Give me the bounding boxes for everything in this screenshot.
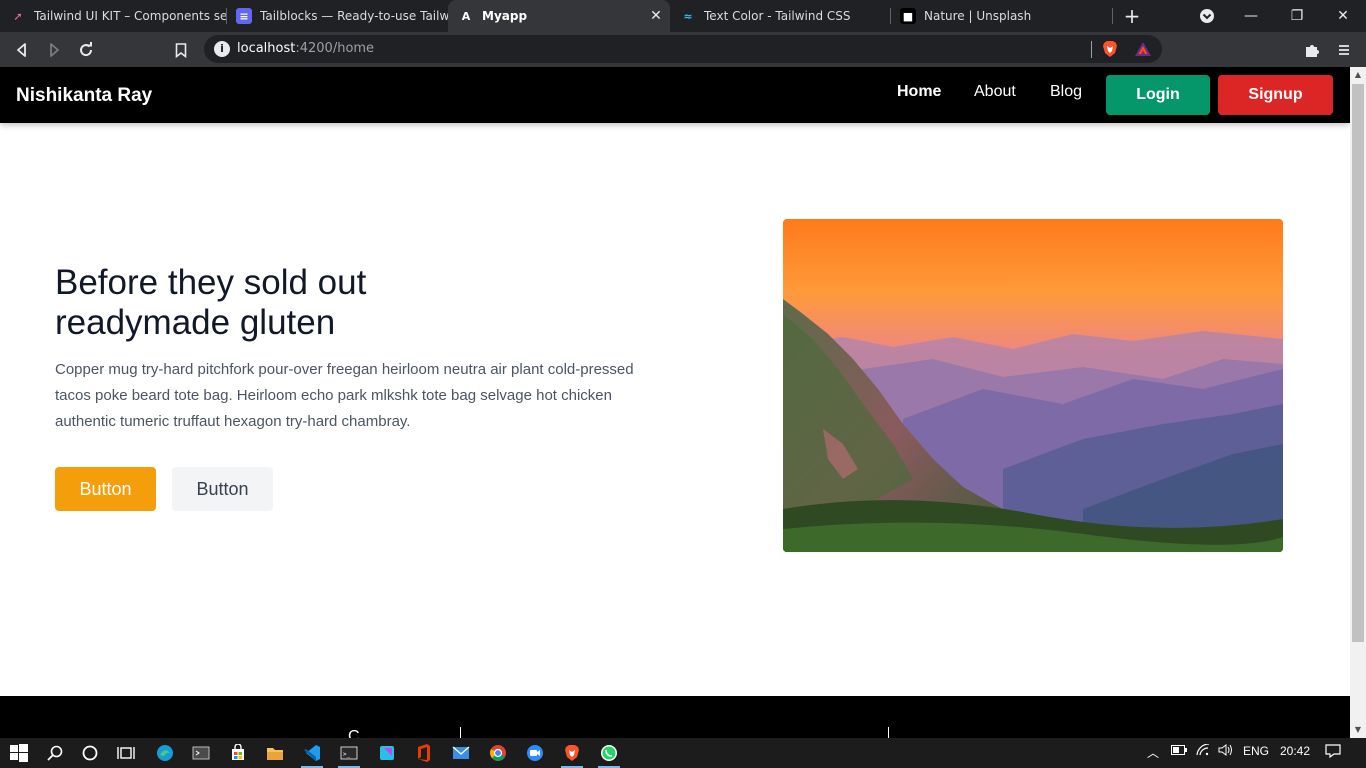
signup-button[interactable]: Signup: [1218, 75, 1333, 115]
tab-tailblocks[interactable]: ≡ Tailblocks — Ready-to-use Tailwind: [226, 0, 448, 32]
primary-button[interactable]: Button: [55, 467, 156, 511]
back-icon[interactable]: [8, 36, 36, 64]
file-explorer-icon[interactable]: [263, 741, 287, 765]
hero-title: Before they sold out readymade gluten: [55, 263, 575, 343]
footer-partial-text: C: [348, 728, 360, 738]
rocket-icon: ➚: [13, 9, 23, 23]
tab-title: Text Color - Tailwind CSS: [704, 9, 851, 23]
hero-title-line: readymade gluten: [55, 303, 336, 342]
hero-description: Copper mug try-hard pitchfork pour-over …: [55, 357, 695, 435]
url-text: localhost:4200/home: [237, 41, 375, 56]
browser-tab-strip: ➚ Tailwind UI KIT – Components secti ≡ T…: [0, 0, 1366, 32]
page-scrollbar[interactable]: ▲ ▼: [1350, 67, 1366, 738]
tab-unsplash[interactable]: ■ Nature | Unsplash: [890, 0, 1112, 32]
menu-icon[interactable]: [1330, 36, 1358, 64]
tab-text-color[interactable]: ≈ Text Color - Tailwind CSS: [670, 0, 890, 32]
hero-title-line: Before they sold out: [55, 263, 367, 302]
whatsapp-icon[interactable]: [597, 741, 621, 768]
nav-link-about[interactable]: About: [974, 83, 1016, 101]
clock[interactable]: 20:42: [1280, 744, 1310, 758]
tailwind-icon: ≈: [683, 9, 693, 23]
extensions-icon[interactable]: [1298, 36, 1326, 64]
hero-text-line: authentic tumeric truffaut hexagon try-h…: [55, 413, 411, 430]
edge-icon[interactable]: [153, 741, 177, 765]
brave-browser-icon[interactable]: [560, 741, 584, 768]
tab-search-icon[interactable]: [1184, 0, 1230, 32]
unsplash-icon: ■: [900, 8, 916, 24]
search-icon[interactable]: [43, 741, 67, 765]
tab-title: Tailwind UI KIT – Components secti: [34, 9, 226, 23]
svg-text:>_: >_: [343, 751, 351, 758]
scroll-up-icon[interactable]: ▲: [1350, 67, 1366, 83]
store-icon[interactable]: [226, 741, 250, 765]
tailblocks-icon: ≡: [236, 8, 252, 24]
scroll-down-icon[interactable]: ▼: [1350, 722, 1366, 738]
wifi-icon[interactable]: [1196, 743, 1210, 759]
close-window-icon[interactable]: ✕: [1320, 0, 1366, 32]
windows-taskbar: >_ ︿ ENG 20:42: [0, 738, 1366, 768]
tab-myapp[interactable]: A Myapp ✕: [448, 0, 670, 32]
task-view-icon[interactable]: [114, 741, 138, 765]
address-bar[interactable]: i localhost:4200/home: [204, 35, 1162, 63]
footer: C: [0, 696, 1350, 738]
reload-icon[interactable]: [72, 36, 100, 64]
footer-divider: [888, 727, 889, 738]
chrome-icon[interactable]: [486, 741, 510, 765]
hero-text-line: tacos poke beard tote bag. Heirloom echo…: [55, 387, 612, 404]
battery-icon[interactable]: [1171, 744, 1187, 758]
git-bash-icon[interactable]: >_: [337, 741, 361, 768]
site-info-icon[interactable]: i: [214, 41, 230, 57]
browser-toolbar: i localhost:4200/home: [0, 32, 1366, 67]
scroll-thumb[interactable]: [1352, 84, 1364, 642]
minimize-icon[interactable]: —: [1228, 0, 1274, 32]
bookmark-icon[interactable]: [167, 36, 195, 64]
angular-icon: A: [461, 9, 471, 23]
tab-title: Myapp: [482, 9, 528, 23]
tab-title: Nature | Unsplash: [924, 9, 1032, 23]
page-viewport: Nishikanta Ray Home About Blog Login Sig…: [0, 67, 1350, 738]
brand-name[interactable]: Nishikanta Ray: [16, 85, 152, 107]
vscode-icon[interactable]: [300, 741, 324, 768]
brave-shields-icon[interactable]: [1101, 40, 1119, 58]
app-cube-icon[interactable]: [375, 741, 399, 765]
tab-title: Tailblocks — Ready-to-use Tailwind: [260, 9, 448, 23]
notifications-icon[interactable]: [1325, 744, 1341, 761]
volume-icon[interactable]: [1218, 744, 1234, 759]
nav-link-blog[interactable]: Blog: [1050, 83, 1082, 101]
hero-text-line: Copper mug try-hard pitchfork pour-over …: [55, 361, 634, 378]
forward-icon[interactable]: [40, 36, 68, 64]
zoom-icon[interactable]: [523, 741, 547, 765]
hero-image: [783, 219, 1283, 552]
navbar: Nishikanta Ray Home About Blog Login Sig…: [0, 67, 1350, 123]
login-button[interactable]: Login: [1106, 75, 1210, 115]
brave-rewards-icon[interactable]: [1134, 41, 1152, 57]
office-icon[interactable]: [412, 741, 436, 765]
windows-start-icon[interactable]: [7, 741, 31, 765]
footer-divider: [460, 727, 461, 738]
tab-tailwind-ui-kit[interactable]: ➚ Tailwind UI KIT – Components secti: [0, 0, 226, 32]
restore-icon[interactable]: ❐: [1274, 0, 1320, 32]
nav-link-home[interactable]: Home: [897, 83, 941, 101]
secondary-button[interactable]: Button: [172, 467, 273, 511]
language-indicator[interactable]: ENG: [1243, 744, 1269, 758]
terminal-icon[interactable]: [189, 741, 213, 765]
mail-icon[interactable]: [449, 741, 473, 765]
new-tab-icon[interactable]: +: [1120, 4, 1144, 28]
tray-chevron-icon[interactable]: ︿: [1147, 744, 1159, 761]
cortana-icon[interactable]: [78, 741, 102, 765]
close-tab-icon[interactable]: ✕: [648, 8, 664, 24]
